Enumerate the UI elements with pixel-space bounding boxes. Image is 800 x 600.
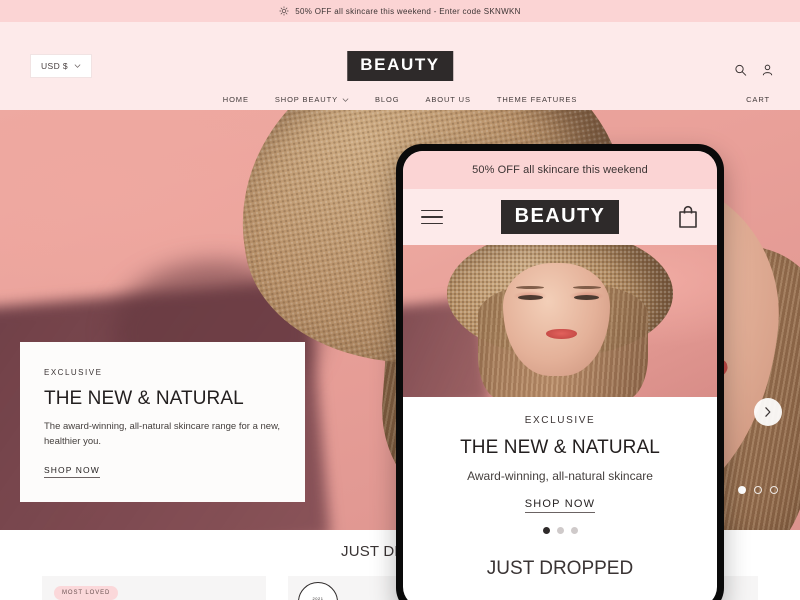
hero-dot-2[interactable] — [754, 486, 762, 494]
hero-dot-3[interactable] — [770, 486, 778, 494]
chevron-down-icon — [74, 64, 81, 68]
desktop-header: USD $ BEAUTY HOME SHOP BEAUTY BLOG ABOUT… — [0, 22, 800, 110]
seal-year: 2021 — [312, 596, 324, 600]
hero-shop-now-button[interactable]: SHOP NOW — [44, 465, 100, 479]
announcement-bar: 50% OFF all skincare this weekend - Ente… — [0, 0, 800, 22]
hamburger-menu-icon[interactable] — [421, 209, 443, 225]
mobile-just-dropped-title: JUST DROPPED — [486, 558, 634, 579]
site-logo[interactable]: BEAUTY — [347, 51, 453, 81]
nav-item-theme-features[interactable]: THEME FEATURES — [497, 95, 577, 104]
hero-next-slide-button[interactable] — [754, 398, 782, 426]
chevron-right-icon — [765, 407, 771, 417]
mobile-announcement-text: 50% OFF all skincare this weekend — [472, 164, 648, 176]
mobile-dot-1[interactable] — [542, 527, 550, 534]
site-logo-text: BEAUTY — [360, 55, 440, 74]
nav-label: BLOG — [374, 95, 400, 104]
desktop-navigation: HOME SHOP BEAUTY BLOG ABOUT US THEME FEA… — [0, 95, 800, 104]
mobile-site-logo-text: BEAUTY — [514, 205, 606, 227]
hero-text-card: EXCLUSIVE THE NEW & NATURAL The award-wi… — [20, 342, 305, 503]
mobile-dot-2[interactable] — [556, 527, 564, 534]
mobile-hero-title: THE NEW & NATURAL — [460, 437, 660, 458]
search-icon[interactable] — [734, 64, 747, 77]
chevron-down-icon — [342, 97, 349, 102]
mobile-hero-subtitle: Award-winning, all-natural skincare — [467, 469, 653, 483]
glamour-award-seal: 2021 GLAMOUR — [298, 582, 338, 600]
sun-icon — [279, 6, 289, 16]
screenshot-stage: 50% OFF all skincare this weekend - Ente… — [0, 0, 800, 600]
nav-label: SHOP BEAUTY — [274, 95, 338, 104]
currency-label: USD $ — [41, 61, 69, 71]
mobile-site-logo[interactable]: BEAUTY — [500, 200, 620, 234]
nav-item-about-us[interactable]: ABOUT US — [425, 95, 470, 104]
hero-title: THE NEW & NATURAL — [44, 388, 244, 409]
cart-link[interactable]: CART — [746, 95, 770, 104]
hero-carousel-dots — [738, 486, 778, 494]
mobile-header: BEAUTY — [403, 189, 717, 245]
mobile-shop-now-button[interactable]: SHOP NOW — [524, 498, 596, 513]
nav-item-shop-beauty[interactable]: SHOP BEAUTY — [275, 95, 349, 104]
mobile-hero-eyebrow: EXCLUSIVE — [524, 415, 596, 426]
account-icon[interactable] — [761, 64, 774, 77]
hero-body: The award-winning, all-natural skincare … — [44, 421, 281, 447]
mobile-carousel-dots — [403, 527, 717, 534]
mobile-phone-mockup: 50% OFF all skincare this weekend BEAUTY — [396, 144, 724, 600]
mobile-announcement-bar: 50% OFF all skincare this weekend — [403, 151, 717, 189]
currency-selector[interactable]: USD $ — [30, 54, 93, 78]
mobile-hero-photo — [403, 245, 717, 397]
header-icon-group — [734, 64, 774, 77]
hero-eyebrow: EXCLUSIVE — [44, 368, 103, 377]
nav-label: THEME FEATURES — [496, 95, 578, 104]
nav-item-blog[interactable]: BLOG — [375, 95, 399, 104]
nav-item-home[interactable]: HOME — [223, 95, 249, 104]
mobile-screen: 50% OFF all skincare this weekend BEAUTY — [403, 151, 717, 600]
mobile-hero-content: EXCLUSIVE THE NEW & NATURAL Award-winnin… — [403, 397, 717, 580]
hero-dot-1[interactable] — [738, 486, 746, 494]
nav-label: ABOUT US — [425, 95, 471, 104]
nav-label: HOME — [222, 95, 249, 104]
product-card[interactable]: MOST LOVED — [42, 576, 266, 600]
status-badge-most-loved: MOST LOVED — [54, 586, 119, 600]
mobile-dot-3[interactable] — [570, 527, 578, 534]
announcement-text: 50% OFF all skincare this weekend - Ente… — [295, 6, 521, 16]
shopping-bag-icon[interactable] — [677, 205, 699, 229]
